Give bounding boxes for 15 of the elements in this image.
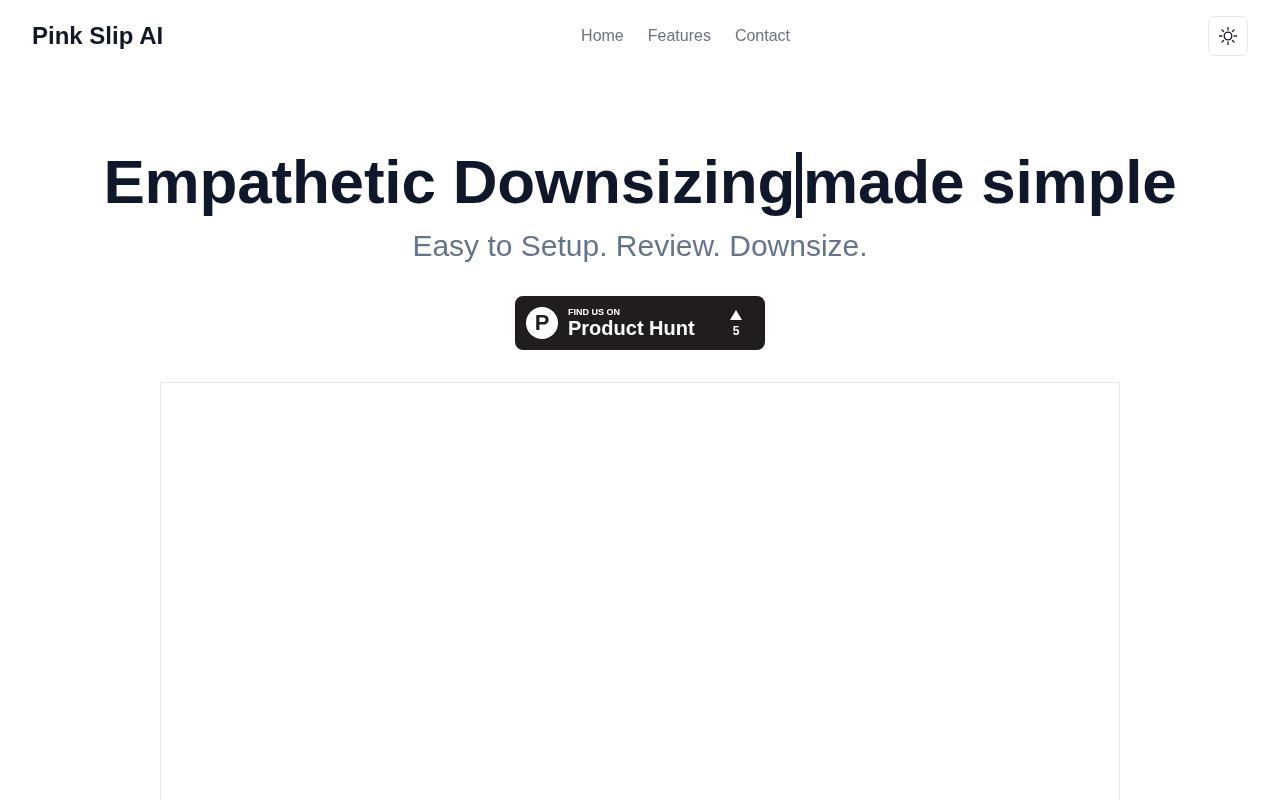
nav-link[interactable]: Contact xyxy=(734,27,791,45)
hero-typed-text: made simple xyxy=(803,146,1177,218)
theme-toggle-button[interactable] xyxy=(1208,16,1248,56)
badge-caption: FIND US ON xyxy=(568,307,621,317)
hero-heading: Empathetic Downsizing xyxy=(103,146,796,218)
badge-title: Product Hunt xyxy=(568,317,695,339)
product-hunt-logo: P xyxy=(526,307,558,339)
vote-count: 5 xyxy=(732,324,740,337)
triangle-icon xyxy=(730,309,742,320)
brand-logo[interactable]: Pink Slip AI xyxy=(32,22,164,50)
sun-icon xyxy=(1219,27,1237,45)
hero-subtitle: Easy to Setup. Review. Downsize. xyxy=(412,228,868,264)
nav-link[interactable]: Features xyxy=(647,27,711,45)
text-cursor-icon xyxy=(796,152,803,218)
nav-link[interactable]: Home xyxy=(581,27,624,45)
